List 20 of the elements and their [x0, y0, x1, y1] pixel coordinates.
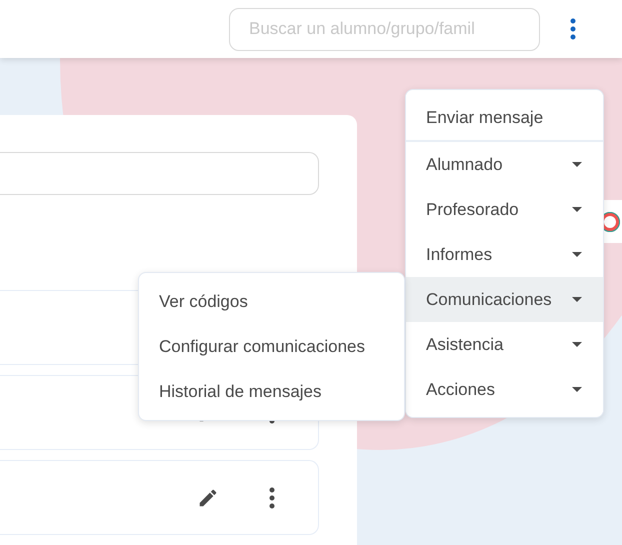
caret-icon: [572, 387, 582, 392]
submenu-item[interactable]: Configurar comunicaciones: [139, 324, 404, 369]
text-field[interactable]: [0, 152, 319, 195]
caret-icon: [572, 162, 582, 167]
caret-icon: [572, 207, 582, 212]
caret-icon: [572, 342, 582, 347]
menu-item[interactable]: Informes: [406, 232, 603, 277]
submenu-item[interactable]: Historial de mensajes: [139, 369, 404, 414]
menu-item[interactable]: Asistencia: [406, 322, 603, 367]
caret-icon: [572, 252, 582, 257]
menu-icon[interactable]: [570, 18, 576, 40]
menu-item[interactable]: Comunicaciones: [406, 277, 603, 322]
submenu-item[interactable]: Ver códigos: [139, 279, 404, 324]
menu-item[interactable]: Profesorado: [406, 187, 603, 232]
menu-item[interactable]: Enviar mensaje: [406, 95, 603, 140]
menu-item[interactable]: Acciones: [406, 367, 603, 412]
caret-icon: [572, 297, 582, 302]
pencil-icon[interactable]: [197, 486, 219, 508]
more-icon[interactable]: [269, 486, 275, 508]
menu-item[interactable]: Alumnado: [406, 142, 603, 187]
